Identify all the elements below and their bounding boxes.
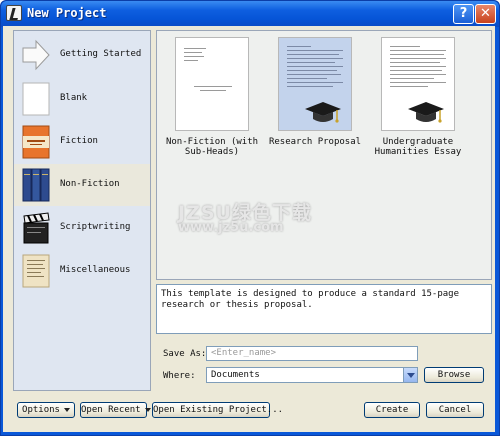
blank-page-icon (22, 82, 50, 116)
save-as-label: Save As: (163, 349, 207, 359)
chevron-down-icon (63, 407, 70, 412)
browse-button[interactable]: Browse (424, 367, 484, 383)
arrow-icon (22, 39, 50, 71)
fiction-book-icon (22, 125, 50, 159)
chevron-down-icon[interactable] (403, 368, 417, 382)
template-description: This template is designed to produce a s… (156, 284, 492, 334)
open-existing-project-button[interactable]: Open Existing Project... (152, 402, 283, 418)
open-recent-label: Open Recent (81, 405, 141, 415)
open-recent-button[interactable]: Open Recent (80, 402, 151, 418)
site-watermark: JZSU绿色下载 www.jz5u.com (178, 198, 312, 235)
template-gallery: Non-Fiction (with Sub-Heads) Research Pr… (156, 30, 492, 280)
sidebar-item-label: Fiction (60, 136, 98, 146)
sidebar-item-label: Miscellaneous (60, 265, 131, 275)
category-sidebar: Getting Started Blank Fiction Non-Fictio… (13, 30, 151, 391)
notes-page-icon (22, 254, 50, 288)
where-value: Documents (211, 370, 260, 380)
template-thumbnail (175, 37, 249, 131)
sidebar-item-label: Scriptwriting (60, 222, 131, 232)
template-thumbnail (381, 37, 455, 131)
template-non-fiction-sub-heads[interactable]: Non-Fiction (with Sub-Heads) (157, 37, 267, 157)
sidebar-item-scriptwriting[interactable]: Scriptwriting (14, 207, 150, 249)
template-label: Research Proposal (268, 137, 362, 147)
options-button[interactable]: Options (17, 402, 75, 418)
options-label: Options (22, 405, 60, 415)
sidebar-item-non-fiction[interactable]: Non-Fiction (14, 164, 150, 206)
template-undergraduate-essay[interactable]: Undergraduate Humanities Essay (363, 37, 473, 157)
sidebar-item-miscellaneous[interactable]: Miscellaneous (14, 250, 150, 292)
sidebar-item-label: Getting Started (60, 49, 142, 59)
non-fiction-books-icon (22, 168, 50, 202)
template-research-proposal[interactable]: Research Proposal (260, 37, 370, 147)
template-thumbnail (278, 37, 352, 131)
scrivener-app-icon (6, 5, 22, 21)
sidebar-item-fiction[interactable]: Fiction (14, 121, 150, 163)
template-label: Undergraduate Humanities Essay (374, 137, 462, 157)
where-select[interactable]: Documents (206, 367, 418, 383)
graduation-cap-icon (408, 102, 444, 123)
sidebar-item-getting-started[interactable]: Getting Started (14, 34, 150, 76)
chevron-down-icon (144, 407, 151, 412)
save-as-input[interactable]: <Enter_name> (206, 346, 418, 361)
sidebar-item-label: Blank (60, 93, 88, 103)
clapperboard-icon (23, 212, 50, 244)
close-button[interactable]: ✕ (475, 4, 496, 24)
create-button[interactable]: Create (364, 402, 420, 418)
sidebar-item-blank[interactable]: Blank (14, 78, 150, 120)
cancel-button[interactable]: Cancel (426, 402, 484, 418)
title-bar[interactable]: New Project ? ✕ (1, 1, 499, 27)
watermark-line2: www.jz5u.com (178, 220, 284, 235)
where-label: Where: (163, 371, 196, 381)
graduation-cap-icon (305, 102, 341, 123)
sidebar-item-label: Non-Fiction (60, 179, 120, 189)
window-title: New Project (27, 6, 107, 20)
template-label: Non-Fiction (with Sub-Heads) (165, 137, 259, 157)
help-button[interactable]: ? (453, 4, 474, 24)
